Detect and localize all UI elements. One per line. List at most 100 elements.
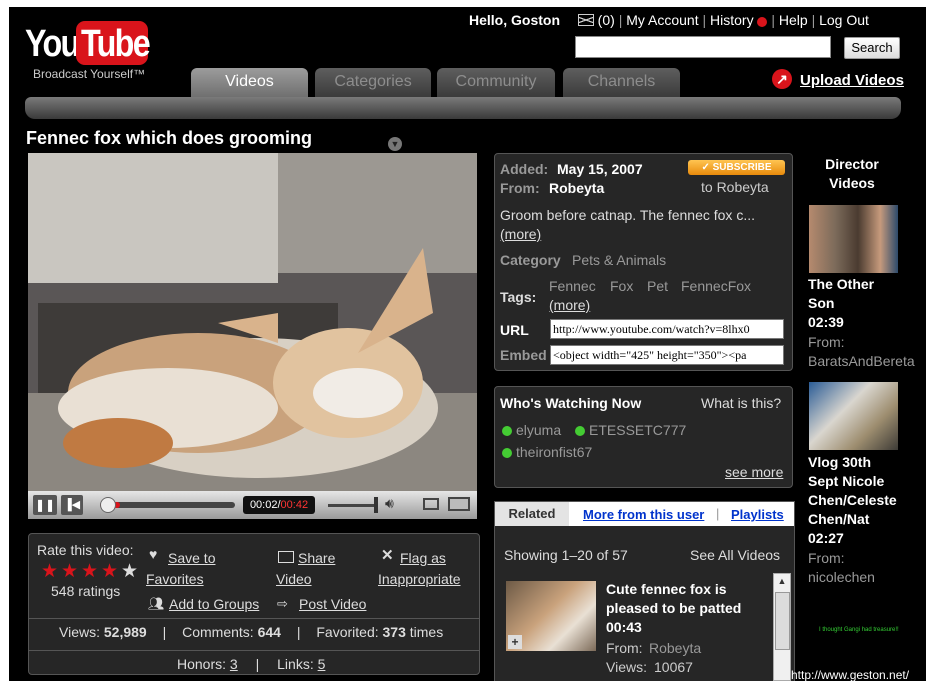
- post-video-link[interactable]: Post Video: [299, 596, 366, 612]
- tags-label: Tags:: [500, 289, 537, 305]
- speaker-icon[interactable]: 🔊︎: [385, 495, 394, 512]
- category-link[interactable]: Pets & Animals: [572, 252, 666, 268]
- tab-community[interactable]: Community: [437, 68, 555, 98]
- add-to-groups-link[interactable]: Add to Groups: [169, 596, 259, 612]
- mail-icon[interactable]: [577, 14, 594, 26]
- tag-link[interactable]: Fox: [610, 278, 633, 294]
- honors-links-row: Honors: 3 | Links: 5: [177, 656, 326, 672]
- logout-link[interactable]: Log Out: [819, 12, 869, 28]
- star-icon[interactable]: ★: [41, 562, 58, 581]
- volume-slider[interactable]: [328, 504, 378, 507]
- post-video-icon: ⇨: [277, 596, 288, 611]
- related-title-line2[interactable]: pleased to be patted: [606, 600, 741, 616]
- tab-channels[interactable]: Channels: [563, 68, 680, 98]
- from-user-link[interactable]: Robeyta: [549, 180, 604, 196]
- honors-link[interactable]: 3: [230, 656, 238, 672]
- related-item[interactable]: + Cute fennec fox is pleased to be patte…: [504, 575, 764, 675]
- url-field[interactable]: [550, 319, 784, 339]
- history-link[interactable]: History: [710, 12, 754, 28]
- flag-inappropriate-link[interactable]: Flag as Inappropriate: [378, 548, 461, 590]
- tab-videos[interactable]: Videos: [191, 68, 308, 98]
- share-video-link[interactable]: Share Video: [276, 548, 335, 590]
- scroll-up-arrow-icon[interactable]: ▲: [774, 574, 790, 588]
- video-player[interactable]: [28, 153, 477, 491]
- ad-text[interactable]: I thought Gangi had treasure!!: [819, 627, 899, 633]
- from-label: From:: [500, 180, 540, 196]
- director-thumbnail[interactable]: [809, 382, 898, 450]
- tab-related[interactable]: Related: [495, 502, 569, 526]
- help-link[interactable]: Help: [779, 12, 808, 28]
- watcher-link[interactable]: ETESSETC777: [589, 422, 686, 438]
- search-input[interactable]: [575, 36, 831, 58]
- description-more-link[interactable]: (more): [500, 226, 541, 242]
- star-icon[interactable]: ★: [61, 562, 78, 581]
- director-title-line2: Videos: [829, 175, 875, 191]
- director-thumbnail[interactable]: [809, 205, 898, 273]
- inbox-count[interactable]: (0): [598, 12, 615, 28]
- add-plus-icon[interactable]: +: [508, 635, 522, 649]
- director-title-line: Son: [808, 295, 835, 311]
- director-item-title[interactable]: Vlog 30th Sept Nicole Chen/Celeste Chen/…: [808, 453, 897, 548]
- scroll-down-icon[interactable]: ▼: [388, 137, 402, 151]
- time-display: 00:02/00:42: [243, 496, 315, 514]
- fullscreen-icon[interactable]: [448, 497, 470, 511]
- favorited-count: 373: [382, 624, 406, 640]
- tab-playlists[interactable]: Playlists: [731, 507, 784, 522]
- tag-link[interactable]: FennecFox: [681, 278, 751, 294]
- search-button[interactable]: Search: [844, 37, 900, 59]
- director-title-line: Vlog 30th: [808, 454, 872, 470]
- director-from-link[interactable]: nicolechen: [808, 569, 875, 585]
- watcher-link[interactable]: elyuma: [516, 422, 561, 438]
- director-videos-heading: Director Videos: [808, 155, 896, 193]
- youtube-logo[interactable]: You Tube Broadcast Yourself™: [25, 19, 165, 83]
- rating-actions-panel: Rate this video: ★ ★ ★ ★ ★ 548 ratings ♥…: [28, 533, 480, 675]
- description: Groom before catnap. The fennec fox c...: [500, 207, 755, 223]
- tags-more-link[interactable]: (more): [549, 297, 590, 313]
- pause-button[interactable]: ❚❚: [33, 495, 57, 515]
- tab-more-from-user[interactable]: More from this user: [583, 507, 704, 522]
- tab-categories[interactable]: Categories: [315, 68, 431, 98]
- favorited-times: times: [409, 624, 444, 640]
- ratings-count: 548 ratings: [51, 583, 121, 599]
- upload-videos-link[interactable]: Upload Videos: [800, 72, 904, 89]
- progress-track[interactable]: [100, 502, 235, 508]
- subscribe-to: to Robeyta: [701, 179, 769, 195]
- director-from-label: From:: [808, 334, 845, 350]
- related-title-line1[interactable]: Cute fennec fox is: [606, 581, 727, 597]
- what-is-this-link[interactable]: What is this?: [701, 395, 781, 411]
- page: You Tube Broadcast Yourself™ Hello, Gost…: [9, 7, 926, 681]
- watcher-link[interactable]: theironfist67: [516, 444, 592, 460]
- comments-label: Comments:: [182, 624, 254, 640]
- embed-label: Embed: [500, 347, 547, 363]
- star-rating[interactable]: ★ ★ ★ ★ ★: [41, 562, 141, 582]
- director-title-line1: Director: [825, 156, 879, 172]
- related-from-link[interactable]: Robeyta: [649, 640, 701, 656]
- volume-knob[interactable]: [374, 497, 378, 513]
- greeting: Hello, Goston: [469, 12, 560, 28]
- see-more-link[interactable]: see more: [725, 464, 783, 480]
- tag-link[interactable]: Pet: [647, 278, 668, 294]
- upload-icon[interactable]: ↗: [772, 69, 792, 89]
- my-account-link[interactable]: My Account: [626, 12, 698, 28]
- subscribe-button[interactable]: ✓ SUBSCRIBE: [688, 160, 785, 175]
- star-icon[interactable]: ★: [101, 562, 118, 581]
- director-item-title[interactable]: The Other Son 02:39: [808, 275, 874, 332]
- window-mode-icon[interactable]: [423, 498, 439, 510]
- scroll-thumb[interactable]: [775, 592, 790, 650]
- online-dot-icon: [575, 426, 585, 436]
- see-all-videos-link[interactable]: See All Videos: [690, 547, 780, 563]
- embed-field[interactable]: [550, 345, 784, 365]
- added-label: Added:: [500, 161, 549, 177]
- rewind-button[interactable]: ▐◀: [61, 495, 83, 515]
- save-to-favorites-link[interactable]: Save to Favorites: [146, 548, 215, 590]
- star-icon[interactable]: ★: [81, 562, 98, 581]
- progress-knob[interactable]: [100, 497, 116, 513]
- director-from-link[interactable]: BaratsAndBereta: [808, 353, 915, 369]
- check-icon: ✓: [701, 162, 713, 173]
- tag-link[interactable]: Fennec: [549, 278, 596, 294]
- related-scrollbar[interactable]: ▲: [773, 573, 791, 681]
- star-icon[interactable]: ★: [121, 562, 138, 581]
- links-link[interactable]: 5: [318, 656, 326, 672]
- director-title-line: Sept Nicole: [808, 473, 885, 489]
- save-favorites-line2: Favorites: [146, 571, 204, 587]
